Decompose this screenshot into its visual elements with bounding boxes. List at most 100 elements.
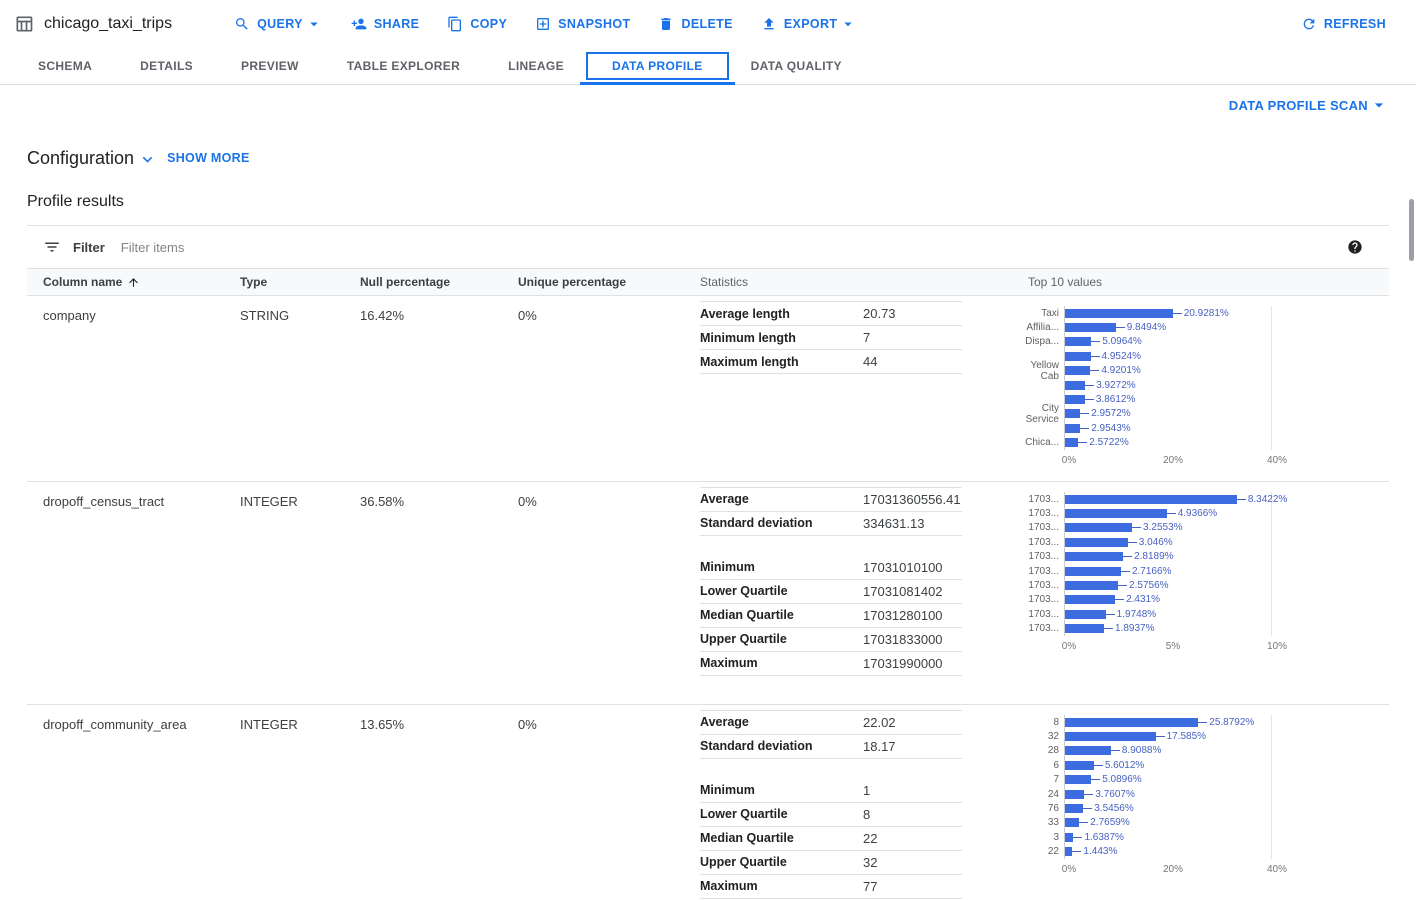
bar-row: 3.8612% [1016, 392, 1389, 406]
snapshot-button[interactable]: SNAPSHOT [521, 8, 644, 40]
unique-percentage-cell: 0% [518, 482, 700, 704]
value-bar [1065, 366, 1090, 375]
bar-plot: 2.8189% [1064, 549, 1272, 563]
column-header-null-percentage[interactable]: Null percentage [360, 275, 518, 289]
show-more-link[interactable]: SHOW MORE [167, 151, 250, 165]
axis-tick-label: 40% [1267, 455, 1287, 466]
statistic-row: Standard deviation18.17 [700, 735, 962, 759]
null-percentage-cell: 36.58% [360, 482, 518, 704]
bar-row: 332.7659% [1016, 816, 1389, 830]
share-button[interactable]: SHARE [337, 8, 434, 40]
query-button[interactable]: QUERY [220, 7, 337, 41]
statistic-label: Median Quartile [700, 831, 863, 845]
tab-table-explorer[interactable]: TABLE EXPLORER [323, 48, 484, 84]
statistic-row: Lower Quartile8 [700, 803, 962, 827]
bar-row: 1703...1.8937% [1016, 621, 1389, 635]
statistic-label: Average length [700, 307, 863, 321]
bar-plot: 1.6387% [1064, 830, 1272, 844]
statistic-value: 8 [863, 807, 870, 822]
annotation-value: 20.9281% [1184, 308, 1229, 319]
annotation-line [1167, 513, 1176, 514]
export-button[interactable]: EXPORT [747, 7, 872, 41]
delete-button[interactable]: DELETE [644, 8, 746, 40]
help-icon[interactable] [1347, 239, 1363, 255]
tab-data-quality[interactable]: DATA QUALITY [727, 48, 866, 84]
statistic-row: Median Quartile22 [700, 827, 962, 851]
column-header-column-name[interactable]: Column name [27, 275, 240, 289]
arrow-drop-down-icon [839, 15, 857, 33]
bar-plot: 2.5722% [1064, 436, 1272, 450]
bar-plot: 20.9281% [1064, 306, 1272, 320]
annotation-line [1156, 736, 1165, 737]
bar-row: 221.443% [1016, 844, 1389, 858]
statistic-label: Average [700, 715, 863, 729]
statistic-value: 22 [863, 831, 877, 846]
tab-lineage[interactable]: LINEAGE [484, 48, 588, 84]
refresh-button[interactable]: REFRESH [1287, 8, 1400, 40]
value-bar [1065, 833, 1073, 842]
bar-category-label: 1703... [1016, 609, 1064, 620]
annotation-line [1083, 808, 1092, 809]
bar-plot: 17.585% [1064, 729, 1272, 743]
annotation-value: 1.443% [1083, 846, 1117, 857]
column-header-top-10-values: Top 10 values [1028, 275, 1389, 289]
bar-plot: 25.8792% [1064, 715, 1272, 729]
annotation-line [1237, 499, 1246, 500]
bar-category-label: Chica... [1016, 437, 1064, 448]
statistic-row: Upper Quartile32 [700, 851, 962, 875]
filter-input[interactable] [121, 240, 1347, 255]
statistic-value: 17031833000 [863, 632, 943, 647]
tab-preview[interactable]: PREVIEW [217, 48, 323, 84]
copy-icon [447, 16, 463, 32]
toolbar: QUERY SHARECOPYSNAPSHOTDELETEEXPORT [220, 7, 871, 41]
value-bar [1065, 381, 1085, 390]
axis-tick-label: 0% [1062, 641, 1076, 652]
annotation-line [1132, 527, 1141, 528]
data-profile-panel: DATA PROFILE SCAN Configuration SHOW MOR… [0, 85, 1416, 900]
statistics-cell: Average17031360556.41Standard deviation3… [700, 482, 1028, 704]
unique-percentage-header-label: Unique percentage [518, 275, 626, 289]
bar-plot: 2.9572% [1064, 407, 1272, 421]
data-profile-scan-menu[interactable]: DATA PROFILE SCAN [1229, 95, 1389, 115]
annotation-line [1173, 313, 1182, 314]
tab-data-profile[interactable]: DATA PROFILE [588, 48, 727, 84]
bar-category-label: Affilia... [1016, 322, 1064, 333]
annotation-value: 2.7659% [1090, 817, 1129, 828]
bar-row: 1703...2.5756% [1016, 578, 1389, 592]
annotation-value: 4.9366% [1178, 508, 1217, 519]
type-cell: STRING [240, 296, 360, 481]
chevron-down-icon[interactable] [138, 150, 157, 169]
bar-category-label: 8 [1016, 717, 1064, 728]
column-header-unique-percentage[interactable]: Unique percentage [518, 275, 700, 289]
bar-plot: 4.9366% [1064, 506, 1272, 520]
statistics-group-gap [700, 536, 962, 556]
app-header: chicago_taxi_trips QUERYSHARECOPYSNAPSHO… [0, 0, 1416, 48]
bar-row: 763.5456% [1016, 801, 1389, 815]
column-header-type[interactable]: Type [240, 275, 360, 289]
bar-row: 3217.585% [1016, 729, 1389, 743]
annotation-line [1091, 356, 1100, 357]
annotation-value: 4.9524% [1102, 351, 1141, 362]
annotation-value: 2.5722% [1089, 437, 1128, 448]
statistics-table: Average17031360556.41Standard deviation3… [700, 487, 962, 676]
bar-plot: 5.6012% [1064, 758, 1272, 772]
tab-details[interactable]: DETAILS [116, 48, 217, 84]
chart-x-axis: 0%20%40% [1069, 864, 1277, 878]
query-label: QUERY [257, 17, 303, 31]
annotation-value: 5.6012% [1105, 760, 1144, 771]
bar-plot: 5.0896% [1064, 772, 1272, 786]
scrollbar-thumb[interactable] [1409, 199, 1414, 261]
snapshot-icon [535, 16, 551, 32]
annotation-value: 3.5456% [1094, 803, 1133, 814]
type-cell: INTEGER [240, 482, 360, 704]
statistic-row: Median Quartile17031280100 [700, 604, 962, 628]
statistic-value: 17031280100 [863, 608, 943, 623]
bar-row: 31.6387% [1016, 830, 1389, 844]
value-bar [1065, 409, 1080, 418]
copy-button[interactable]: COPY [433, 8, 521, 40]
top10-values-cell: 1703...8.3422%1703...4.9366%1703...3.255… [1028, 482, 1389, 704]
tab-schema[interactable]: SCHEMA [14, 48, 116, 84]
statistics-cell: Average length20.73Minimum length7Maximu… [700, 296, 1028, 481]
statistic-value: 17031990000 [863, 656, 943, 671]
statistic-label: Maximum [700, 879, 863, 893]
